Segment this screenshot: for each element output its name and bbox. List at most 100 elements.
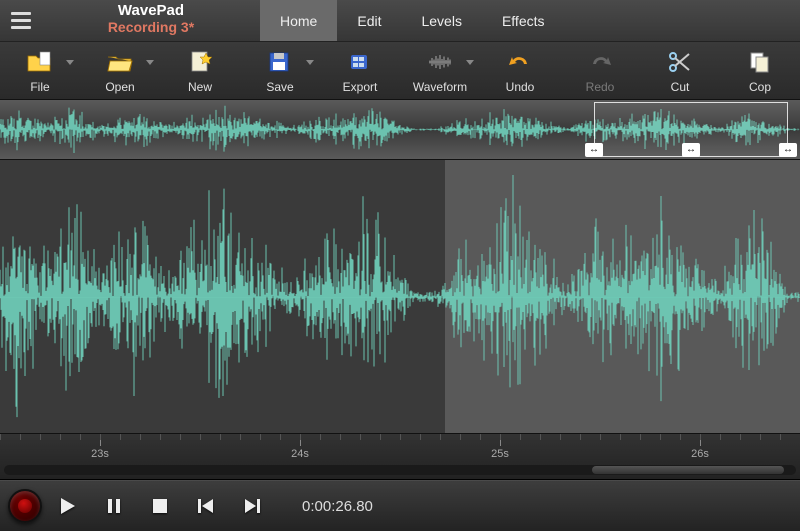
skip-start-button[interactable]: [186, 489, 226, 523]
stop-button[interactable]: [140, 489, 180, 523]
ruler-tick-minor: [780, 434, 781, 440]
ruler-tick-minor: [200, 434, 201, 440]
ruler-tick-minor: [40, 434, 41, 440]
ruler-label: 26s: [691, 448, 709, 460]
ruler-label: 25s: [491, 448, 509, 460]
redo-button[interactable]: Redo: [560, 42, 640, 99]
ruler-tick-minor: [160, 434, 161, 440]
doc-star-icon: [187, 50, 213, 74]
ruler-tick-minor: [700, 434, 701, 440]
open-label: Open: [105, 80, 134, 94]
dropdown-arrow-icon: [146, 60, 154, 65]
copy-button[interactable]: Cop: [720, 42, 800, 99]
record-button[interactable]: [8, 489, 42, 523]
dropdown-arrow-icon: [466, 60, 474, 65]
main-wave-svg: [0, 160, 800, 433]
ruler-tick-minor: [640, 434, 641, 440]
redo-icon: [587, 50, 613, 74]
scrollbar-thumb[interactable]: [592, 466, 784, 474]
ruler-tick-minor: [220, 434, 221, 440]
ruler-tick-minor: [420, 434, 421, 440]
app-name: WavePad: [50, 3, 252, 20]
ruler-tick-minor: [140, 434, 141, 440]
save-button[interactable]: Save: [240, 42, 320, 99]
play-button[interactable]: [48, 489, 88, 523]
floppy-icon: [267, 50, 293, 74]
title-block: WavePad Recording 3*: [42, 0, 260, 41]
ruler-tick-minor: [180, 434, 181, 440]
open-button[interactable]: Open: [80, 42, 160, 99]
ruler-tick-minor: [540, 434, 541, 440]
time-ruler[interactable]: 23s 24s 25s 26s: [0, 434, 800, 480]
waveform-overview[interactable]: ↔ ↔ ↔: [0, 100, 800, 160]
document-name: Recording 3*: [50, 20, 252, 35]
hamburger-icon: [11, 12, 31, 29]
ruler-tick-minor: [320, 434, 321, 440]
ruler-tick-minor: [480, 434, 481, 440]
ruler-tick-minor: [80, 434, 81, 440]
ruler-tick-minor: [680, 434, 681, 440]
tab-levels[interactable]: Levels: [401, 0, 481, 41]
scissors-icon: [667, 50, 693, 74]
cut-label: Cut: [671, 80, 690, 94]
ruler-tick-minor: [340, 434, 341, 440]
ruler-tick-minor: [380, 434, 381, 440]
ruler-tick-minor: [760, 434, 761, 440]
export-label: Export: [343, 80, 378, 94]
ruler-label: 23s: [91, 448, 109, 460]
ruler-tick-minor: [120, 434, 121, 440]
save-label: Save: [266, 80, 293, 94]
header-tabs: HomeEditLevelsEffects: [260, 0, 565, 41]
ruler-tick-minor: [720, 434, 721, 440]
redo-label: Redo: [586, 80, 615, 94]
waveform-button[interactable]: Waveform: [400, 42, 480, 99]
tab-edit[interactable]: Edit: [337, 0, 401, 41]
dropdown-arrow-icon: [66, 60, 74, 65]
folder-doc-icon: [27, 50, 53, 74]
waveform-label: Waveform: [413, 80, 467, 94]
ruler-tick-minor: [740, 434, 741, 440]
skip-end-button[interactable]: [232, 489, 272, 523]
dropdown-arrow-icon: [306, 60, 314, 65]
export-button[interactable]: Export: [320, 42, 400, 99]
ruler-tick-minor: [100, 434, 101, 440]
ruler-tick-minor: [400, 434, 401, 440]
pause-button[interactable]: [94, 489, 134, 523]
ruler-tick-minor: [440, 434, 441, 440]
ruler-tick-minor: [240, 434, 241, 440]
ruler-tick-minor: [560, 434, 561, 440]
menu-button[interactable]: [0, 0, 42, 41]
header-bar: WavePad Recording 3* HomeEditLevelsEffec…: [0, 0, 800, 42]
toolbar: File Open New Save Export Waveform Undo Redo Cut…: [0, 42, 800, 100]
transport-bar: 0:00:26.80: [0, 480, 800, 531]
new-button[interactable]: New: [160, 42, 240, 99]
overview-handle-right[interactable]: ↔: [779, 143, 797, 157]
ruler-tick-minor: [500, 434, 501, 440]
ruler-tick-minor: [280, 434, 281, 440]
overview-handle-mid[interactable]: ↔: [682, 143, 700, 157]
ruler-tick-minor: [0, 434, 1, 440]
undo-icon: [507, 50, 533, 74]
tab-home[interactable]: Home: [260, 0, 337, 41]
undo-button[interactable]: Undo: [480, 42, 560, 99]
copy-label: Cop: [749, 80, 771, 94]
waveform-main[interactable]: [0, 160, 800, 434]
ruler-tick-minor: [600, 434, 601, 440]
ruler-label: 24s: [291, 448, 309, 460]
ruler-tick-minor: [620, 434, 621, 440]
overview-handle-left[interactable]: ↔: [585, 143, 603, 157]
copy-icon: [747, 50, 773, 74]
horizontal-scrollbar[interactable]: [4, 465, 796, 475]
tab-effects[interactable]: Effects: [482, 0, 565, 41]
ruler-tick-minor: [260, 434, 261, 440]
ruler-tick-minor: [580, 434, 581, 440]
file-button[interactable]: File: [0, 42, 80, 99]
folder-open-icon: [107, 50, 133, 74]
ruler-tick-minor: [60, 434, 61, 440]
undo-label: Undo: [506, 80, 535, 94]
file-label: File: [30, 80, 49, 94]
ruler-tick-minor: [460, 434, 461, 440]
ruler-tick-minor: [660, 434, 661, 440]
cut-button[interactable]: Cut: [640, 42, 720, 99]
wave-icon: [427, 50, 453, 74]
